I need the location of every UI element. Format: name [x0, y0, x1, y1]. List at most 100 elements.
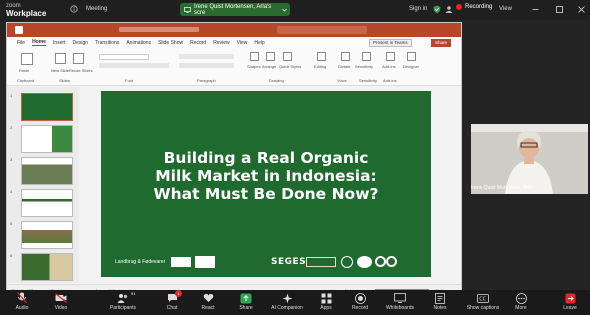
ribbon-group-label: Drawing [269, 78, 284, 83]
present-in-teams-button[interactable]: Present in Teams [369, 39, 412, 47]
slide-thumbnail[interactable] [21, 189, 73, 217]
new-slide-icon[interactable] [55, 53, 66, 64]
sparkle-icon [281, 292, 293, 304]
slide-thumbnail-selected[interactable] [21, 93, 73, 121]
audio-button[interactable]: Audio [2, 290, 42, 315]
slide-thumbnail[interactable] [21, 157, 73, 185]
ppt-search-box[interactable] [277, 26, 367, 34]
font-format-buttons[interactable] [99, 63, 169, 68]
thumb-number: 1 [10, 93, 13, 98]
arla-logo [357, 256, 372, 268]
thumb-number: 5 [10, 221, 13, 226]
slide-thumbnail[interactable] [21, 221, 73, 249]
sign-in-button[interactable]: Sign in [409, 6, 427, 12]
close-icon[interactable] [578, 6, 585, 13]
participants-icon [117, 292, 129, 304]
more-button[interactable]: More [501, 290, 541, 315]
camera-off-icon [55, 292, 67, 304]
zoom-logo: zoom Workplace [6, 3, 47, 18]
ppt-tab-slide-show[interactable]: Slide Show [158, 40, 183, 46]
svg-text:CC: CC [479, 296, 486, 302]
dictate-label: Dictate [338, 64, 351, 69]
paragraph-buttons[interactable] [179, 54, 234, 59]
reuse-slides-label: Reuse Slides [69, 68, 93, 73]
designer-label: Designer [403, 64, 420, 69]
minimize-icon[interactable] [532, 6, 539, 13]
paste-icon[interactable] [21, 53, 33, 65]
add-ins-icon[interactable] [386, 52, 395, 61]
thumb-number: 2 [10, 125, 13, 130]
screen-share-indicator[interactable]: Irene Quist Mortensen, Arla's scre [180, 3, 290, 16]
sensitivity-label: Sensitivity [355, 64, 374, 69]
chat-unread-badge: 1 [175, 290, 182, 297]
ppt-tab-help[interactable]: Help [254, 40, 264, 46]
editing-search-icon[interactable] [317, 52, 326, 61]
quick-styles-icon[interactable] [283, 52, 292, 61]
thumb-number: 6 [10, 253, 13, 258]
recording-label: Recording [465, 4, 493, 10]
slide-title-line: Building a Real Organic [163, 149, 369, 167]
ppt-tab-animations[interactable]: Animations [126, 40, 151, 46]
ppt-tab-home[interactable]: Home [32, 39, 46, 46]
landbrug-logo-text: Landbrug & Fødevarer [115, 259, 166, 265]
partner-logo-3 [306, 257, 336, 267]
add-ins-label: Add-ins [382, 64, 396, 69]
ribbon-group-label: Slides [59, 78, 70, 83]
ppt-tab-design[interactable]: Design [72, 40, 88, 46]
shared-powerpoint-window: File Home Insert Design Transitions Animation… [6, 22, 462, 294]
reuse-slides-icon[interactable] [73, 53, 84, 64]
shapes-icon[interactable] [250, 52, 259, 61]
video-button[interactable]: Video [41, 290, 81, 315]
ppt-tab-insert[interactable]: Insert [53, 40, 66, 46]
thumb-number: 4 [10, 189, 13, 194]
ppt-tab-view[interactable]: View [237, 40, 248, 46]
microphone-icon[interactable] [341, 52, 350, 61]
thumb-number: 3 [10, 157, 13, 162]
ppt-tab-record[interactable]: Record [190, 40, 206, 46]
info-icon[interactable] [70, 5, 78, 13]
editing-label: Editing [314, 64, 327, 69]
ppt-tab-transitions[interactable]: Transitions [95, 40, 119, 46]
leave-button[interactable]: Leave [550, 290, 590, 315]
designer-icon[interactable] [407, 52, 416, 61]
ai-companion-button[interactable]: AI Companion [267, 290, 307, 315]
chat-button[interactable]: Chat 1 [152, 290, 192, 315]
record-button[interactable]: Record [340, 290, 380, 315]
ribbon-group-label: Font [125, 78, 134, 83]
slide-thumbnail[interactable] [21, 253, 73, 281]
ppt-tab-review[interactable]: Review [213, 40, 229, 46]
participants-button[interactable]: Participants 91 [103, 290, 143, 315]
current-slide[interactable]: Building a Real Organic Milk Market in I… [101, 91, 431, 277]
slide-title: Building a Real Organic Milk Market in I… [101, 149, 431, 203]
microphone-muted-icon [16, 292, 28, 304]
people-icon[interactable] [445, 6, 453, 13]
font-name-dropdown[interactable] [99, 54, 149, 60]
react-button[interactable]: React [188, 290, 228, 315]
security-shield-icon[interactable] [433, 5, 441, 14]
recording-indicator[interactable]: Recording [456, 4, 492, 10]
ppt-tab-file[interactable]: File [17, 40, 25, 46]
notes-icon [434, 292, 446, 304]
new-slide-label: New Slide [51, 68, 70, 73]
share-screen-button[interactable]: Share [226, 290, 266, 315]
partner-logo-2 [195, 256, 215, 268]
view-button[interactable]: View [499, 6, 512, 12]
arrange-icon[interactable] [266, 52, 275, 61]
participant-video-tile[interactable] [471, 124, 588, 194]
maximize-icon[interactable] [556, 6, 563, 13]
seal-logo [341, 256, 353, 268]
ppt-share-button[interactable]: Share [431, 39, 452, 47]
participants-count: 91 [131, 291, 136, 296]
ring-logo [386, 256, 397, 267]
whiteboards-button[interactable]: Whiteboards [380, 290, 420, 315]
more-dots-icon [515, 292, 527, 304]
notes-button[interactable]: Notes [420, 290, 460, 315]
record-icon [354, 292, 366, 304]
sensitivity-icon[interactable] [362, 52, 371, 61]
slide-thumbnail[interactable] [21, 125, 73, 153]
alignment-buttons[interactable] [179, 63, 234, 68]
document-title [119, 27, 199, 32]
ribbon-group-label: Paragraph [197, 78, 216, 83]
show-captions-button[interactable]: CC Show captions [463, 290, 503, 315]
slide-title-line: What Must Be Done Now? [153, 185, 379, 203]
